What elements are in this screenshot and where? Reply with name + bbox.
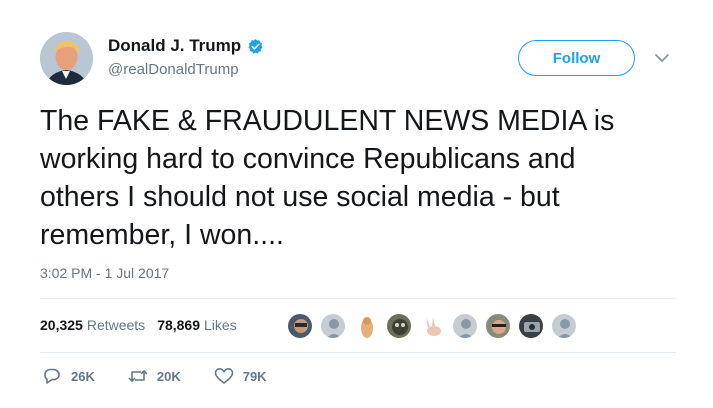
avatar-portrait [40,32,93,85]
reply-count: 26K [71,368,95,384]
retweet-count: 20K [156,368,181,384]
liker-avatar-image [288,314,312,338]
like-button[interactable]: 79K [214,367,267,385]
liker-avatar[interactable] [320,313,346,339]
liker-avatar[interactable] [518,313,544,339]
retweets-label: Retweets [86,317,146,333]
liker-avatar[interactable] [485,313,511,339]
default-profile-icon [552,314,576,338]
liker-avatar[interactable] [386,313,412,339]
author-name[interactable]: Donald J. Trump [108,36,241,56]
reply-button[interactable]: 26K [42,367,95,385]
follow-button[interactable]: Follow [518,40,635,76]
verified-badge-icon [248,38,263,54]
author-handle[interactable]: @realDonaldTrump [108,61,239,78]
default-profile-icon [453,314,477,338]
likes-stat[interactable]: 78,869 Likes [157,317,237,333]
liker-avatar-image [354,314,378,338]
stats-divider-top [40,298,676,299]
liker-avatar[interactable] [551,313,577,339]
liker-avatar-image [387,314,411,338]
tweet-timestamp[interactable]: 3:02 PM - 1 Jul 2017 [40,265,169,281]
liker-avatar[interactable] [419,313,445,339]
liker-avatar-image [486,314,510,338]
heart-icon [214,368,234,384]
liker-avatar-image [519,314,543,338]
liker-avatar[interactable] [353,313,379,339]
likes-count: 78,869 [157,317,201,333]
tweet-text: The FAKE & FRAUDULENT NEWS MEDIA is work… [40,105,615,251]
chevron-down-icon[interactable] [654,52,670,64]
engagement-stats: 20,325 Retweets 78,869 Likes [40,317,237,333]
tweet-actions: 26K 20K 79K [42,367,267,385]
liker-avatars [287,313,584,339]
liker-avatar-image [420,314,444,338]
liker-avatar[interactable] [452,313,478,339]
reply-icon [44,368,60,384]
retweet-button[interactable]: 20K [128,368,181,384]
like-count: 79K [242,368,267,384]
stats-divider-bottom [40,352,676,353]
author-avatar[interactable] [40,32,93,85]
retweets-count: 20,325 [40,317,83,333]
default-profile-icon [321,314,345,338]
likes-label: Likes [204,317,237,333]
retweet-icon [128,370,148,382]
retweets-stat[interactable]: 20,325 Retweets [40,317,145,333]
liker-avatar[interactable] [287,313,313,339]
